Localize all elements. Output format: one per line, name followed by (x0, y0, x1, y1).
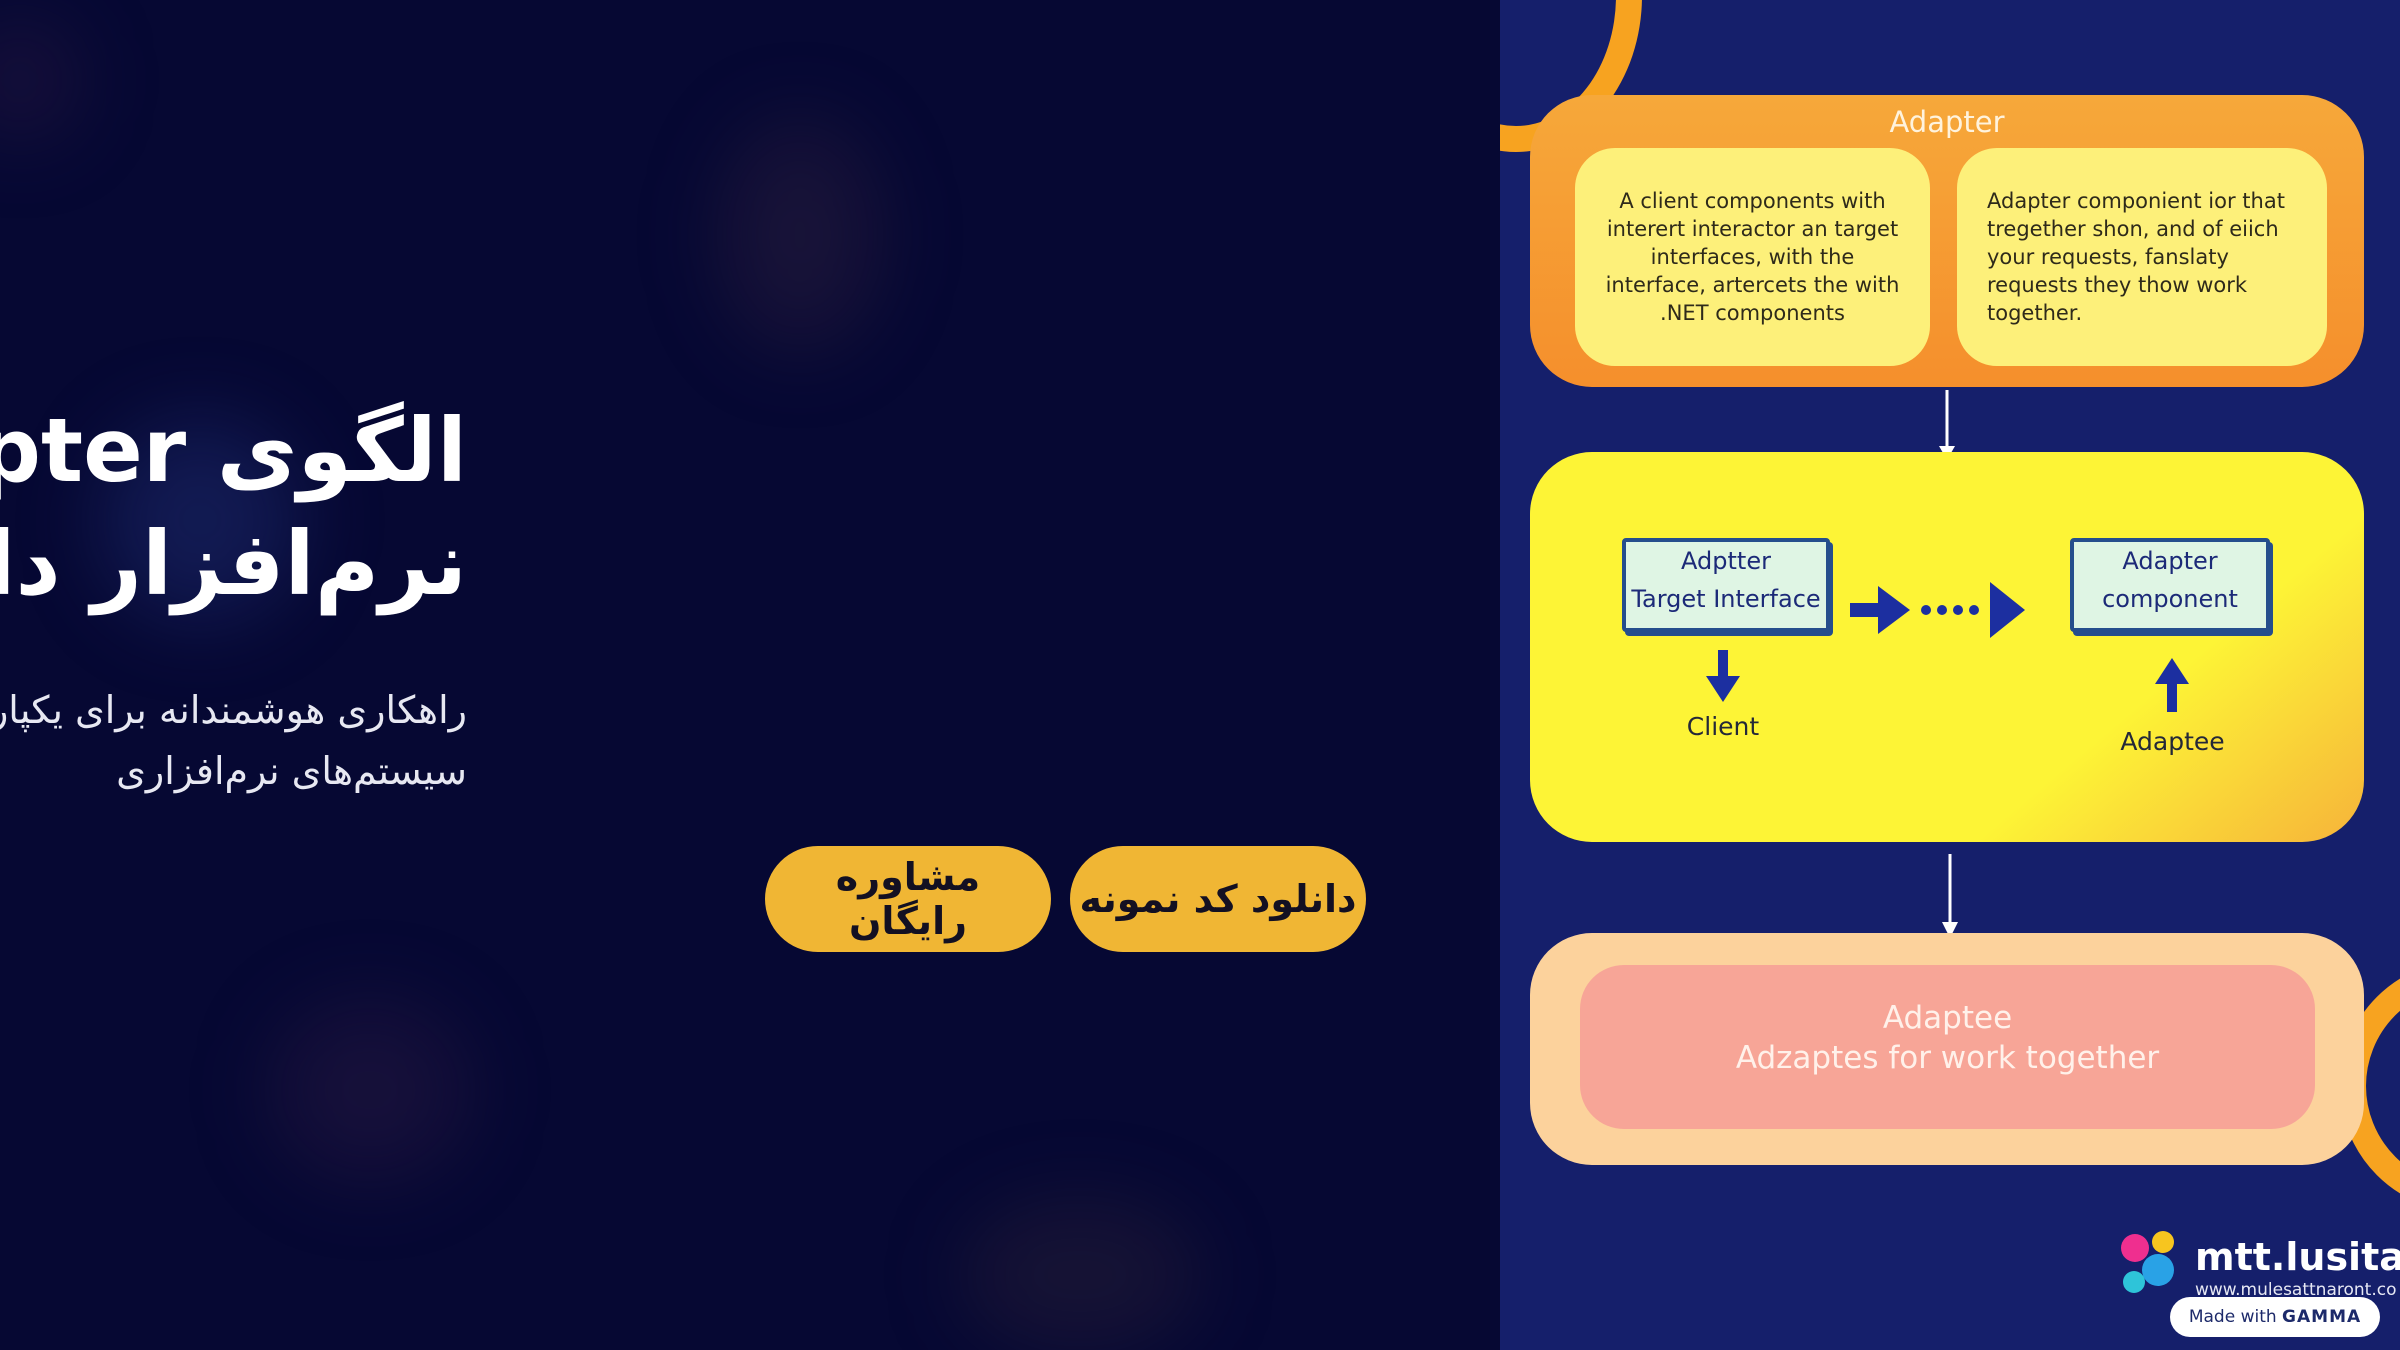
component-box-line2: component (2102, 585, 2238, 613)
page-title: الگوی Adapter در معماری نرم‌افزار دات‌نت (0, 399, 467, 615)
logo-name: mtt.lusitarn (2195, 1235, 2400, 1279)
adapter-description-card: Adapter componient ior that tregether sh… (1957, 148, 2327, 366)
background-glow (0, 20, 80, 140)
adapter-component-box: Adapter component (2070, 538, 2270, 632)
adapter-flow-box (1530, 452, 2364, 842)
watermark-prefix: Made with (2188, 1307, 2277, 1327)
adaptee-box-line1: Adaptee (1882, 1000, 2013, 1036)
hero-section: الگوی Adapter در معماری نرم‌افزار دات‌نت… (0, 0, 1500, 1350)
component-box-line1: Adapter (2122, 547, 2218, 575)
download-code-button[interactable]: دانلود کد نمونه (1070, 846, 1366, 952)
adaptee-label: Adaptee (2120, 727, 2225, 756)
target-box-line1: Adptter (1681, 547, 1771, 575)
down-arrow-icon (1706, 650, 1740, 702)
background-glow (960, 1200, 1200, 1350)
client-label: Client (1686, 712, 1760, 741)
diagram-image: Adapter A client components with interer… (1500, 0, 2400, 1350)
logo-icon (2121, 1231, 2174, 1293)
client-description-card: A client components with interert intera… (1575, 148, 1930, 366)
made-with-gamma-badge[interactable]: Made with GAMMA (2170, 1297, 2380, 1337)
up-arrow-icon (2155, 658, 2189, 712)
target-interface-box: Adptter Target Interface (1622, 538, 1830, 632)
adapter-title: Adapter (1889, 105, 2005, 139)
free-consult-button[interactable]: مشاوره رایگان (765, 846, 1051, 952)
page-subtitle: راهکاری هوشمندانه برای یکپارچه‌سازی اینت… (0, 688, 467, 793)
adaptee-box-line2: Adzaptes for work together (1735, 1040, 2160, 1076)
background-glow (720, 120, 880, 350)
background-glow (270, 1000, 470, 1180)
target-box-line2: Target Interface (1631, 585, 1821, 613)
flow-arrow-icon (1850, 582, 2025, 638)
watermark-brand: GAMMA (2282, 1307, 2362, 1327)
